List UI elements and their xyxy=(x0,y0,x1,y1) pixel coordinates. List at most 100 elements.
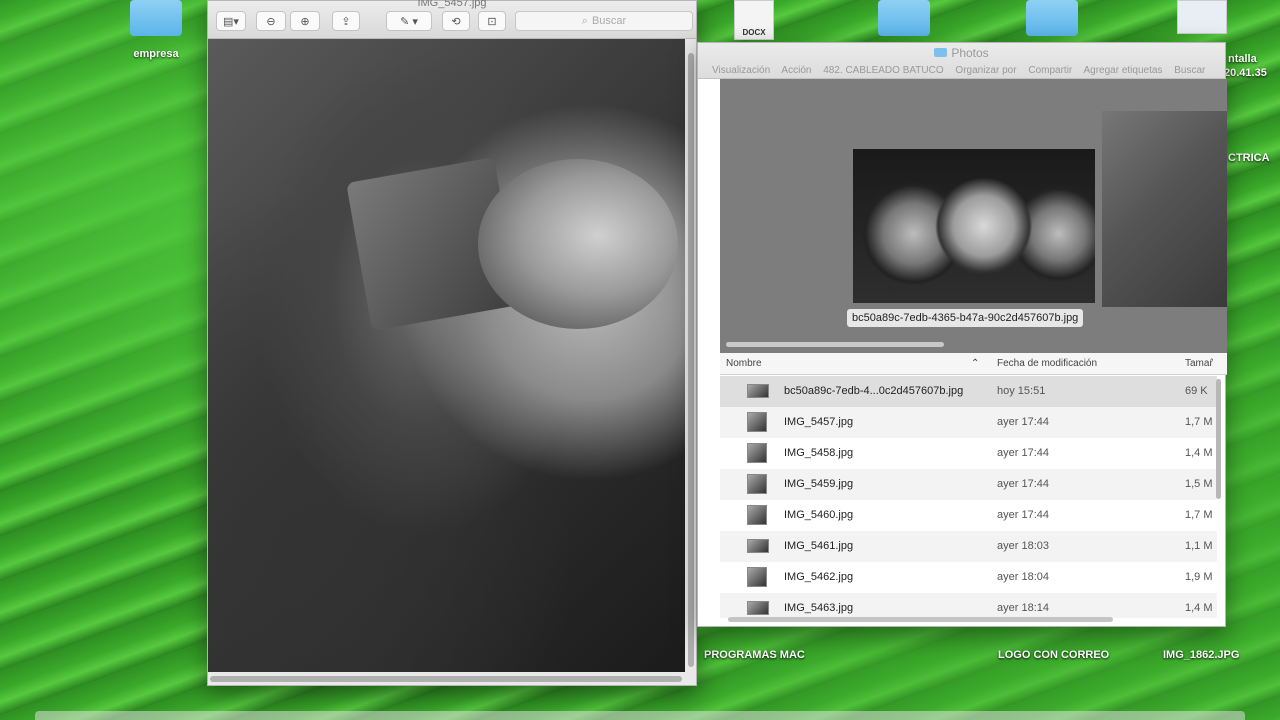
list-item[interactable]: IMG_5461.jpg ayer 18:03 1,1 M xyxy=(720,531,1217,562)
zoom-out-button[interactable]: ⊖ xyxy=(256,11,286,31)
list-item[interactable]: IMG_5458.jpg ayer 17:44 1,4 M xyxy=(720,438,1217,469)
markup-button[interactable]: ✎ ▾ xyxy=(386,11,432,31)
cover-flow[interactable]: bc50a89c-7edb-4365-b47a-90c2d457607b.jpg xyxy=(720,79,1227,353)
image-thumbnail-icon xyxy=(747,474,767,494)
search-icon: ⌕ xyxy=(581,14,588,27)
desktop-label-img-1862[interactable]: IMG_1862.JPG xyxy=(1163,649,1239,661)
cover-flow-next-image[interactable] xyxy=(1102,111,1227,307)
file-size: 1,7 M xyxy=(1185,509,1213,521)
desktop-screenshot-thumb[interactable] xyxy=(1177,0,1227,34)
dock[interactable] xyxy=(35,711,1245,720)
file-date: ayer 17:44 xyxy=(997,416,1049,428)
preview-toolbar: IMG_5457.jpg ▤▾ ⊖ ⊕ ⇪ ✎ ▾ ⟲ ⊡ ⌕ Buscar xyxy=(208,0,696,39)
desktop-docx-file[interactable]: DOCX xyxy=(732,0,776,40)
preview-horizontal-scrollbar[interactable] xyxy=(210,676,682,682)
file-date: ayer 18:04 xyxy=(997,571,1049,583)
image-thumbnail-icon xyxy=(747,601,769,615)
file-size: 1,9 M xyxy=(1185,571,1213,583)
menu-accion[interactable]: Acción xyxy=(781,65,811,76)
file-name: IMG_5463.jpg xyxy=(784,602,854,614)
rotate-icon: ⟲ xyxy=(451,15,461,28)
desktop-label-partial[interactable]: CTRICA xyxy=(1228,152,1270,164)
image-thumbnail-icon xyxy=(747,539,769,553)
menu-etiquetas[interactable]: Agregar etiquetas xyxy=(1083,65,1162,76)
search-input[interactable]: ⌕ Buscar xyxy=(515,11,693,31)
sort-chevron-icon[interactable]: ⌃ xyxy=(971,358,979,369)
desktop-folder-empresa[interactable]: empresa xyxy=(128,0,184,60)
desktop-icon-label: empresa xyxy=(133,48,179,60)
cover-flow-selected-image[interactable] xyxy=(853,149,1095,303)
share-button[interactable]: ⇪ xyxy=(332,11,360,31)
file-size: 1,4 M xyxy=(1185,602,1213,614)
markup-icon: ✎ ▾ xyxy=(400,15,418,28)
file-date: ayer 17:44 xyxy=(997,478,1049,490)
zoom-in-button[interactable]: ⊕ xyxy=(290,11,320,31)
zoom-out-icon: ⊖ xyxy=(266,15,276,28)
preview-vertical-scrollbar[interactable] xyxy=(688,53,694,667)
file-size: 1,4 M xyxy=(1185,447,1213,459)
file-date: ayer 18:14 xyxy=(997,602,1049,614)
list-item[interactable]: IMG_5460.jpg ayer 17:44 1,7 M xyxy=(720,500,1217,531)
docx-badge: DOCX xyxy=(742,28,766,37)
preview-image[interactable] xyxy=(208,39,685,672)
folder-icon xyxy=(934,48,948,57)
column-size[interactable]: Tamaño xyxy=(1185,358,1213,369)
menu-visualizacion[interactable]: Visualización xyxy=(712,65,770,76)
column-name[interactable]: Nombre xyxy=(726,358,762,369)
desktop-label-partial[interactable]: 20.41.35 xyxy=(1224,67,1267,79)
file-date: ayer 18:03 xyxy=(997,540,1049,552)
share-icon: ⇪ xyxy=(341,15,351,28)
file-name: bc50a89c-7edb-4...0c2d457607b.jpg xyxy=(784,385,964,397)
desktop-label-programas-mac[interactable]: PROGRAMAS MAC xyxy=(704,649,805,661)
document-icon: DOCX xyxy=(734,0,774,40)
file-list-vertical-scrollbar[interactable] xyxy=(1216,379,1221,499)
sidebar-button[interactable]: ▤▾ xyxy=(216,11,246,31)
menu-path[interactable]: 482. CABLEADO BATUCO xyxy=(823,65,943,76)
window-title-text: Photos xyxy=(951,46,989,60)
list-header: Nombre ⌃ Fecha de modificación Tamaño xyxy=(720,353,1227,375)
image-thumbnail-icon xyxy=(747,505,767,525)
file-date: ayer 17:44 xyxy=(997,447,1049,459)
intake-hose xyxy=(478,159,678,329)
list-item[interactable]: IMG_5457.jpg ayer 17:44 1,7 M xyxy=(720,407,1217,438)
image-thumbnail-icon xyxy=(747,384,769,398)
file-date: ayer 17:44 xyxy=(997,509,1049,521)
file-date: hoy 15:51 xyxy=(997,385,1046,397)
desktop-folder-icon[interactable] xyxy=(1026,0,1078,36)
column-date[interactable]: Fecha de modificación xyxy=(997,358,1097,369)
menu-buscar[interactable]: Buscar xyxy=(1174,65,1205,76)
cover-flow-label: bc50a89c-7edb-4365-b47a-90c2d457607b.jpg xyxy=(847,309,1084,327)
menu-organizar[interactable]: Organizar por xyxy=(955,65,1016,76)
menu-compartir[interactable]: Compartir xyxy=(1028,65,1072,76)
file-name: IMG_5462.jpg xyxy=(784,571,854,583)
rotate-button[interactable]: ⟲ xyxy=(442,11,470,31)
desktop-label-partial[interactable]: ntalla xyxy=(1228,53,1257,65)
file-name: IMG_5461.jpg xyxy=(784,540,854,552)
list-item[interactable]: IMG_5459.jpg ayer 17:44 1,5 M xyxy=(720,469,1217,500)
preview-window: IMG_5457.jpg ▤▾ ⊖ ⊕ ⇪ ✎ ▾ ⟲ ⊡ ⌕ Buscar xyxy=(207,0,697,686)
finder-toolbar: Photos Visualización Acción 482. CABLEAD… xyxy=(698,43,1225,79)
image-thumbnail-icon xyxy=(747,443,767,463)
image-thumbnail-icon xyxy=(747,412,767,432)
sidebar-icon: ▤▾ xyxy=(223,15,239,28)
desktop-folder-icon[interactable] xyxy=(878,0,930,36)
file-name: IMG_5459.jpg xyxy=(784,478,854,490)
toolbox-button[interactable]: ⊡ xyxy=(478,11,506,31)
desktop-label-logo-con-correo[interactable]: LOGO CON CORREO xyxy=(998,649,1109,661)
search-placeholder: Buscar xyxy=(591,15,627,27)
list-item[interactable]: bc50a89c-7edb-4...0c2d457607b.jpg hoy 15:… xyxy=(720,376,1217,407)
finder-window: Photos Visualización Acción 482. CABLEAD… xyxy=(697,42,1227,627)
folder-icon xyxy=(130,0,182,36)
file-size: 1,7 M xyxy=(1185,416,1213,428)
list-item[interactable]: IMG_5463.jpg ayer 18:14 1,4 M xyxy=(720,593,1217,618)
file-list-horizontal-scrollbar[interactable] xyxy=(728,617,1113,622)
image-thumbnail-icon xyxy=(747,567,767,587)
file-list: bc50a89c-7edb-4...0c2d457607b.jpg hoy 15:… xyxy=(720,376,1217,618)
toolbox-icon: ⊡ xyxy=(487,15,497,28)
cover-flow-scrollbar[interactable] xyxy=(726,342,944,347)
file-name: IMG_5458.jpg xyxy=(784,447,854,459)
file-size: 1,5 M xyxy=(1185,478,1213,490)
file-size: 1,1 M xyxy=(1185,540,1213,552)
finder-menu: Visualización Acción 482. CABLEADO BATUC… xyxy=(712,65,1225,76)
list-item[interactable]: IMG_5462.jpg ayer 18:04 1,9 M xyxy=(720,562,1217,593)
